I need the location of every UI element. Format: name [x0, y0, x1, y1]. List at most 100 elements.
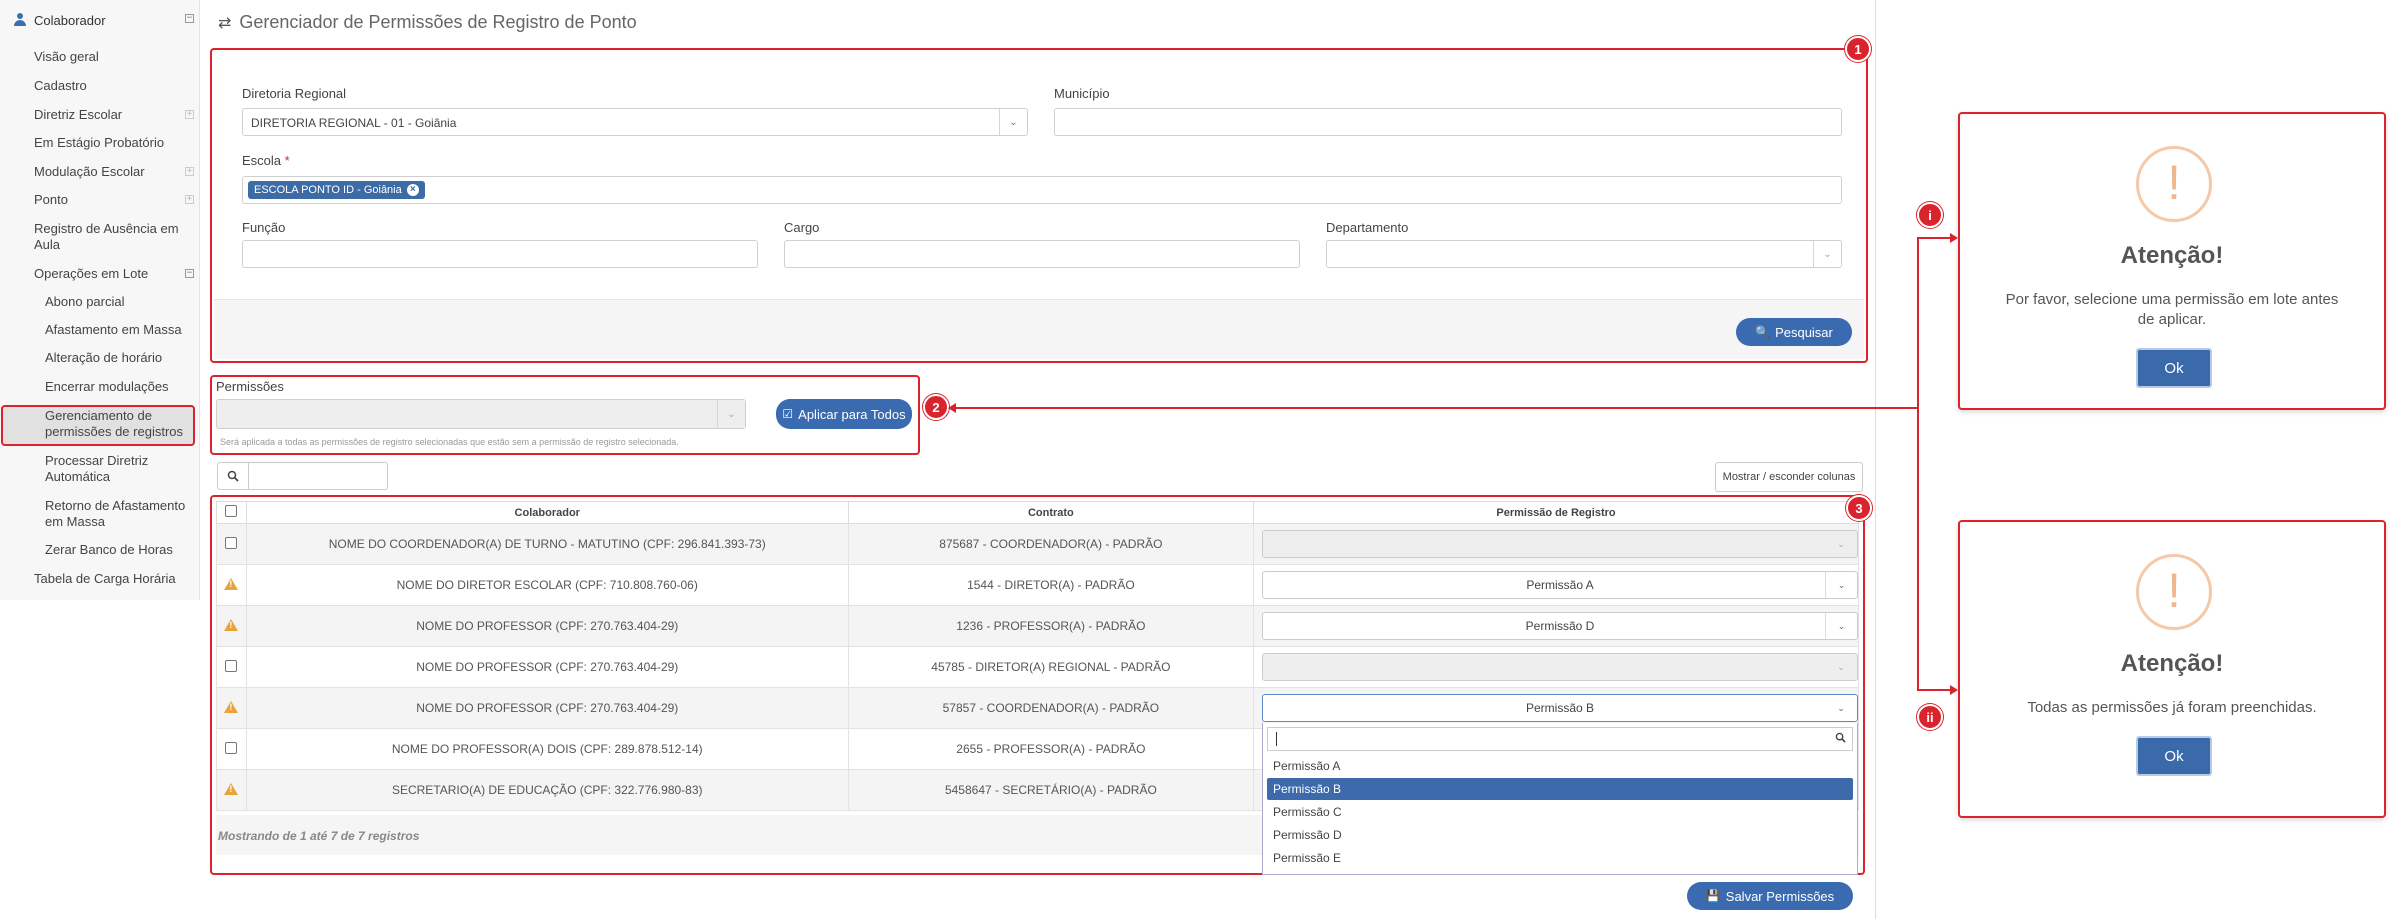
- row-status-cell: [216, 605, 247, 647]
- select-all-cell: [216, 501, 247, 524]
- permissao-value: Permissão D: [1525, 619, 1595, 633]
- col-permissao[interactable]: Permissão de Registro: [1253, 501, 1859, 524]
- chevron-down-icon: ⌄: [717, 400, 745, 428]
- apply-all-button[interactable]: ☑ Aplicar para Todos: [776, 399, 912, 429]
- municipio-label: Município: [1054, 86, 1110, 101]
- escola-label: Escola *: [242, 153, 290, 168]
- chevron-down-icon: ⌄: [1837, 539, 1845, 549]
- sidebar-item-tabela-carga-horaria[interactable]: Tabela de Carga Horária: [34, 571, 176, 587]
- departamento-select[interactable]: ⌄: [1326, 240, 1842, 268]
- contrato-cell: 45785 - DIRETOR(A) REGIONAL - PADRÃO: [847, 646, 1255, 688]
- row-checkbox[interactable]: [225, 659, 238, 672]
- permission-dropdown: Permissão A Permissão B Permissão C Perm…: [1262, 723, 1858, 875]
- save-permissions-button[interactable]: 💾 Salvar Permissões: [1687, 882, 1853, 910]
- dropdown-option[interactable]: Permissão C: [1267, 801, 1853, 823]
- permissions-label: Permissões: [216, 379, 284, 394]
- colaborador-cell: NOME DO PROFESSOR(A) DOIS (CPF: 289.878.…: [245, 728, 849, 770]
- dialog-title: Atenção!: [2120, 242, 2224, 269]
- select-all-checkbox[interactable]: [225, 505, 238, 517]
- sidebar-subitem-processar-diretriz[interactable]: Processar Diretriz Automática: [45, 453, 175, 485]
- connector-line: [950, 407, 1918, 409]
- sidebar-header-label: Colaborador: [34, 12, 106, 28]
- permissions-hint: Será aplicada a todas as permissões de r…: [220, 437, 679, 447]
- diretoria-select[interactable]: DIRETORIA REGIONAL - 01 - Goiânia ⌄: [242, 108, 1028, 136]
- permissao-select-open[interactable]: Permissão B ⌄: [1262, 694, 1858, 722]
- row-select-cell: [216, 728, 247, 770]
- dropdown-option[interactable]: Permissão E: [1267, 847, 1853, 869]
- dialog-ok-button[interactable]: Ok: [2136, 348, 2212, 388]
- sidebar-subitem-gerenciamento-permissoes[interactable]: Gerenciamento de permissões de registros: [45, 408, 185, 440]
- permissao-select[interactable]: ⌄: [1262, 530, 1858, 558]
- dropdown-option[interactable]: Permissão D: [1267, 824, 1853, 846]
- dialog-message: Por favor, selecione uma permissão em lo…: [2005, 291, 2339, 328]
- annotation-marker-2: 2: [923, 394, 949, 420]
- sidebar-subitem-abono-parcial[interactable]: Abono parcial: [45, 294, 125, 310]
- alert-dialog-all-filled: ! Atenção! Todas as permissões já foram …: [1958, 520, 2386, 818]
- colaborador-cell: SECRETARIO(A) DE EDUCAÇÃO (CPF: 322.776.…: [245, 769, 849, 811]
- sidebar-subitem-retorno-afastamento[interactable]: Retorno de Afastamento em Massa: [45, 498, 190, 530]
- alert-dialog-select-permission: ! Atenção! Por favor, selecione uma perm…: [1958, 112, 2386, 410]
- contrato-cell: 1544 - DIRETOR(A) - PADRÃO: [847, 564, 1255, 606]
- filter-panel-footer: [214, 299, 1864, 359]
- cargo-input[interactable]: [784, 240, 1300, 268]
- sidebar-subitem-alteracao-horario[interactable]: Alteração de horário: [45, 350, 162, 366]
- col-contrato[interactable]: Contrato: [847, 501, 1255, 524]
- chevron-down-icon: ⌄: [1825, 613, 1857, 639]
- dropdown-search-input[interactable]: [1267, 727, 1853, 751]
- municipio-input[interactable]: [1054, 108, 1842, 136]
- permissao-value: Permissão B: [1525, 701, 1595, 715]
- row-checkbox[interactable]: [225, 536, 238, 549]
- toggle-columns-button[interactable]: Mostrar / esconder colunas: [1715, 462, 1863, 492]
- sidebar-item-diretriz-escolar[interactable]: Diretriz Escolar: [34, 107, 122, 123]
- sidebar-item-registro-ausencia[interactable]: Registro de Ausência em Aula: [34, 221, 184, 253]
- chevron-down-icon: ⌄: [1837, 703, 1845, 713]
- colaborador-cell: NOME DO PROFESSOR (CPF: 270.763.404-29): [245, 605, 849, 647]
- sidebar-header[interactable]: Colaborador: [14, 10, 194, 30]
- sidebar-item-ponto[interactable]: Ponto: [34, 192, 68, 208]
- dialog-message: Todas as permissões já foram preenchidas…: [2027, 699, 2317, 716]
- permissao-select[interactable]: Permissão A ⌄: [1262, 571, 1858, 599]
- escola-chip[interactable]: ESCOLA PONTO ID - Goiânia ×: [248, 181, 425, 199]
- permissao-select[interactable]: Permissão D ⌄: [1262, 612, 1858, 640]
- annotation-marker-1: 1: [1845, 36, 1871, 62]
- colaborador-cell: NOME DO PROFESSOR (CPF: 270.763.404-29): [245, 687, 849, 729]
- expand-icon[interactable]: +: [185, 167, 194, 176]
- warning-icon: [224, 782, 239, 795]
- sidebar-item-operacoes-lote[interactable]: Operações em Lote: [34, 266, 148, 282]
- dropdown-option-selected[interactable]: Permissão B: [1267, 778, 1853, 800]
- row-select-cell: [216, 646, 247, 688]
- sidebar-item-visao-geral[interactable]: Visão geral: [34, 49, 99, 65]
- sidebar-item-modulacao-escolar[interactable]: Modulação Escolar: [34, 164, 145, 180]
- diretoria-value: DIRETORIA REGIONAL - 01 - Goiânia: [251, 116, 457, 130]
- escola-multiselect[interactable]: ESCOLA PONTO ID - Goiânia ×: [242, 176, 1842, 204]
- table-search-input[interactable]: [248, 462, 388, 490]
- remove-chip-icon[interactable]: ×: [406, 184, 419, 196]
- expand-icon[interactable]: +: [185, 195, 194, 204]
- permissao-select[interactable]: ⌄: [1262, 653, 1858, 681]
- funcao-input[interactable]: [242, 240, 758, 268]
- sidebar-subitem-afastamento-massa[interactable]: Afastamento em Massa: [45, 322, 182, 338]
- annotation-marker-i: i: [1917, 202, 1943, 228]
- col-colaborador[interactable]: Colaborador: [245, 501, 849, 524]
- contrato-cell: 875687 - COORDENADOR(A) - PADRÃO: [847, 523, 1255, 565]
- collapse-icon[interactable]: −: [185, 14, 194, 23]
- connector-arrow: [1950, 685, 1958, 695]
- row-checkbox[interactable]: [225, 741, 238, 754]
- chevron-down-icon: ⌄: [1813, 241, 1841, 267]
- sidebar-subitem-encerrar-modulacoes[interactable]: Encerrar modulações: [45, 379, 169, 395]
- search-icon: [1835, 732, 1846, 746]
- permissions-select[interactable]: ⌄: [216, 399, 746, 429]
- dialog-ok-button[interactable]: Ok: [2136, 736, 2212, 776]
- search-button-label: Pesquisar: [1775, 324, 1833, 340]
- sidebar-subitem-zerar-banco-horas[interactable]: Zerar Banco de Horas: [45, 542, 173, 558]
- search-icon: 🔍: [1755, 325, 1771, 339]
- expand-icon[interactable]: +: [185, 110, 194, 119]
- search-button[interactable]: 🔍 Pesquisar: [1736, 318, 1852, 346]
- sidebar-item-estagio-probatorio[interactable]: Em Estágio Probatório: [34, 135, 164, 151]
- text-cursor: [1276, 732, 1277, 746]
- collapse-icon[interactable]: −: [185, 269, 194, 278]
- sidebar-item-cadastro[interactable]: Cadastro: [34, 78, 87, 94]
- permissao-cell: Permissão A ⌄: [1253, 564, 1859, 606]
- dropdown-option[interactable]: Permissão A: [1267, 755, 1853, 777]
- sidebar: Colaborador − Visão geral Cadastro Diret…: [0, 0, 200, 600]
